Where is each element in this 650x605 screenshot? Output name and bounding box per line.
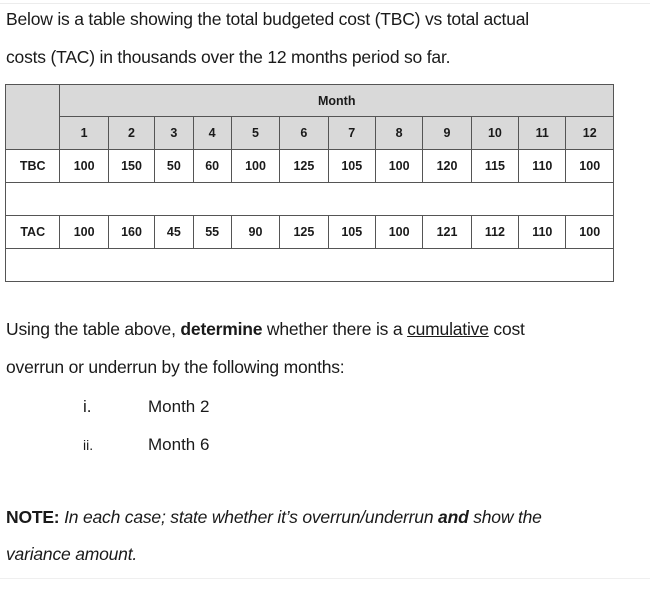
list-item-marker: i. bbox=[83, 397, 92, 416]
month-header: 5 bbox=[230, 116, 281, 150]
tac-row: TAC 100 160 45 55 90 125 105 100 121 112… bbox=[4, 215, 614, 249]
table-cell: 125 bbox=[279, 215, 329, 249]
table-cell: 160 bbox=[107, 215, 156, 249]
table-cell: 112 bbox=[470, 215, 520, 249]
row-label: TAC bbox=[4, 215, 61, 249]
top-divider bbox=[0, 3, 650, 4]
table-cell: 120 bbox=[422, 149, 472, 183]
table-cell: 55 bbox=[192, 215, 232, 249]
table-cell: 60 bbox=[192, 149, 232, 183]
table-cell: 100 bbox=[374, 149, 424, 183]
question-text: whether there is a bbox=[262, 319, 408, 339]
month-header: 11 bbox=[518, 116, 567, 150]
question-line-1: Using the table above, determine whether… bbox=[6, 318, 525, 340]
month-header: 8 bbox=[374, 116, 424, 150]
table-cell: 105 bbox=[327, 149, 376, 183]
month-header: 1 bbox=[59, 116, 109, 150]
table-cell: 50 bbox=[154, 149, 194, 183]
note-label: NOTE: bbox=[6, 507, 60, 527]
note-line-2: variance amount. bbox=[6, 544, 138, 564]
table-cell: 90 bbox=[230, 215, 281, 249]
month-header: 12 bbox=[565, 116, 614, 150]
note-line-1: NOTE: In each case; state whether it’s o… bbox=[6, 506, 542, 528]
list-item-text: Month 2 bbox=[148, 397, 210, 416]
corner-cell bbox=[4, 84, 61, 150]
month-header: 2 bbox=[107, 116, 156, 150]
list-item-text: Month 6 bbox=[148, 435, 210, 454]
question-text: Using the table above, bbox=[6, 319, 181, 339]
table-cell: 100 bbox=[565, 215, 614, 249]
table-cell: 110 bbox=[518, 149, 567, 183]
question-text: cost bbox=[488, 319, 525, 339]
list-item-marker: ii. bbox=[83, 437, 94, 453]
blank-row bbox=[5, 248, 614, 282]
blank-cell bbox=[5, 248, 614, 282]
table-cell: 105 bbox=[327, 215, 376, 249]
question-underlined-word: cumulative bbox=[407, 319, 489, 339]
month-header: 10 bbox=[470, 116, 520, 150]
month-header: 6 bbox=[279, 116, 329, 150]
month-header: 7 bbox=[327, 116, 376, 150]
month-header: 9 bbox=[422, 116, 472, 150]
month-header: 4 bbox=[192, 116, 232, 150]
bottom-divider bbox=[0, 578, 650, 579]
month-group-header: Month bbox=[59, 84, 614, 117]
month-header: 3 bbox=[154, 116, 194, 150]
intro-line-1: Below is a table showing the total budge… bbox=[6, 9, 529, 29]
cost-table: Month 1 2 3 4 5 6 7 8 9 10 11 12 TBC 100… bbox=[4, 84, 614, 282]
table-cell: 125 bbox=[279, 149, 329, 183]
table-cell: 100 bbox=[565, 149, 614, 183]
note-bold-word: and bbox=[438, 507, 469, 527]
question-line-2: overrun or underrun by the following mon… bbox=[6, 357, 345, 377]
table-cell: 100 bbox=[59, 215, 109, 249]
table-cell: 100 bbox=[59, 149, 109, 183]
row-label: TBC bbox=[4, 149, 61, 183]
table-cell: 110 bbox=[518, 215, 567, 249]
tbc-row: TBC 100 150 50 60 100 125 105 100 120 11… bbox=[4, 149, 614, 183]
table-cell: 45 bbox=[154, 215, 194, 249]
note-text: In each case; state whether it’s overrun… bbox=[59, 507, 439, 527]
blank-cell bbox=[5, 182, 614, 216]
month-number-row: 1 2 3 4 5 6 7 8 9 10 11 12 bbox=[6, 116, 614, 150]
table-cell: 150 bbox=[107, 149, 156, 183]
table-cell: 100 bbox=[374, 215, 424, 249]
note-text: show the bbox=[468, 507, 542, 527]
table-cell: 100 bbox=[230, 149, 281, 183]
intro-line-2: costs (TAC) in thousands over the 12 mon… bbox=[6, 47, 451, 67]
table-cell: 115 bbox=[470, 149, 520, 183]
table-cell: 121 bbox=[422, 215, 472, 249]
blank-row bbox=[5, 182, 614, 216]
question-bold-word: determine bbox=[180, 319, 263, 339]
